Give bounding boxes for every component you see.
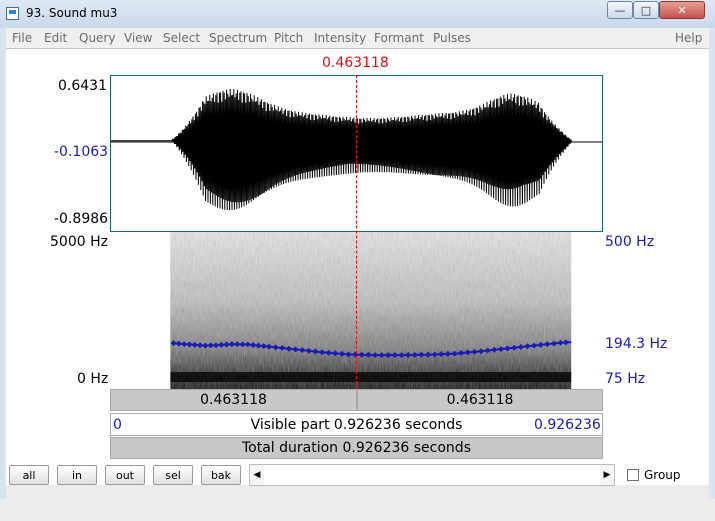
pitch-value-label: 194.3 Hz	[605, 336, 668, 352]
scroll-left-arrow-icon[interactable]: ◀	[250, 465, 264, 485]
waveform-max-label: 0.6431	[58, 78, 107, 94]
waveform-signal	[111, 88, 573, 211]
close-button[interactable]: ✕	[659, 1, 705, 19]
bak-button[interactable]: bak	[201, 465, 241, 485]
menu-view[interactable]: View	[124, 31, 152, 45]
menu-pitch[interactable]: Pitch	[274, 31, 303, 45]
group-checkbox[interactable]	[627, 469, 639, 481]
window-title: 93. Sound mu3	[26, 6, 118, 20]
group-label: Group	[644, 468, 681, 482]
spectrogram-max-label: 5000 Hz	[50, 234, 108, 250]
title-bar[interactable]: 93. Sound mu3 — □ ✕	[0, 0, 715, 28]
menu-select[interactable]: Select	[163, 31, 200, 45]
horizontal-scrollbar[interactable]: ◀ ▶	[249, 464, 615, 486]
spectrogram-low-band	[170, 372, 572, 382]
total-duration-bar[interactable]: Total duration 0.926236 seconds	[110, 437, 603, 459]
total-duration-text: Total duration 0.926236 seconds	[242, 440, 471, 456]
menu-pulses[interactable]: Pulses	[433, 31, 471, 45]
menu-formant[interactable]: Formant	[374, 31, 424, 45]
menu-spectrum[interactable]: Spectrum	[209, 31, 267, 45]
maximize-button[interactable]: □	[633, 1, 659, 19]
menu-intensity[interactable]: Intensity	[314, 31, 366, 45]
cursor-line[interactable]	[356, 75, 357, 389]
spectrogram-min-label: 0 Hz	[77, 371, 109, 387]
spectrogram-texture	[170, 232, 572, 389]
out-button[interactable]: out	[105, 465, 145, 485]
segment-left-label: 0.463118	[200, 392, 267, 408]
pitch-top-label: 500 Hz	[605, 234, 655, 250]
cursor-time-label: 0.463118	[322, 55, 389, 71]
all-button[interactable]: all	[9, 465, 49, 485]
minimize-button[interactable]: —	[607, 1, 633, 19]
waveform-min-label: -0.8986	[54, 211, 109, 227]
menu-edit[interactable]: Edit	[44, 31, 67, 45]
button-strip	[6, 485, 709, 521]
visible-end-label: 0.926236	[534, 417, 601, 433]
sel-button[interactable]: sel	[153, 465, 193, 485]
segment-right-label: 0.463118	[446, 392, 514, 408]
waveform-zero-label: -0.1063	[54, 144, 109, 160]
visible-part-bar[interactable]: Visible part 0.926236 seconds	[110, 413, 603, 436]
scroll-right-arrow-icon[interactable]: ▶	[600, 465, 614, 485]
in-button[interactable]: in	[57, 465, 97, 485]
visible-start-label: 0	[113, 417, 122, 433]
visible-part-text: Visible part 0.926236 seconds	[250, 416, 463, 433]
segment-right-bar[interactable]: 0.463118	[357, 389, 603, 411]
menu-query[interactable]: Query	[79, 31, 115, 45]
menu-bar: File Edit Query View Select Spectrum Pit…	[6, 28, 709, 48]
praat-window-icon	[6, 7, 19, 20]
segment-left-bar[interactable]: 0.463118	[110, 389, 357, 411]
menu-file[interactable]: File	[12, 31, 32, 45]
menu-help[interactable]: Help	[675, 31, 702, 45]
pitch-bottom-label: 75 Hz	[605, 371, 646, 387]
